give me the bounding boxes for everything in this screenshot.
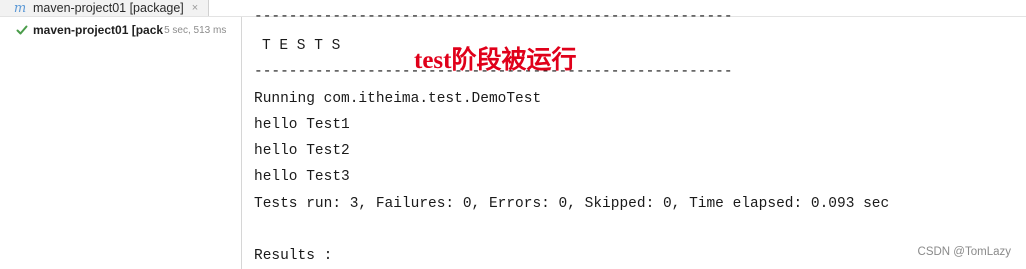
check-icon xyxy=(16,25,28,35)
results-line: Results : xyxy=(254,248,333,264)
tests-header: T E S T S xyxy=(262,38,341,54)
run-tree-panel: maven-project01 [pack 5 sec, 513 ms xyxy=(0,17,241,269)
separator-line-top: ----------------------------------------… xyxy=(254,9,733,25)
run-tree-item[interactable]: maven-project01 [pack 5 sec, 513 ms xyxy=(0,22,241,38)
running-line: Running com.itheima.test.DemoTest xyxy=(254,91,542,107)
run-item-elapsed: 5 sec, 513 ms xyxy=(164,24,227,36)
close-icon[interactable]: × xyxy=(192,2,198,14)
output-line-2: hello Test2 xyxy=(254,143,350,159)
run-tab-title: maven-project01 [package] xyxy=(33,1,184,15)
output-line-3: hello Test3 xyxy=(254,169,350,185)
run-item-name: maven-project01 [pack xyxy=(33,23,164,37)
test-summary-line: Tests run: 3, Failures: 0, Errors: 0, Sk… xyxy=(254,196,890,212)
maven-icon: m xyxy=(13,0,27,16)
annotation-text: test阶段被运行 xyxy=(414,47,577,74)
watermark: CSDN @TomLazy xyxy=(917,246,1011,258)
console-output[interactable]: ----------------------------------------… xyxy=(242,9,1026,269)
output-line-1: hello Test1 xyxy=(254,117,350,133)
run-tab[interactable]: m maven-project01 [package] × xyxy=(0,0,209,16)
